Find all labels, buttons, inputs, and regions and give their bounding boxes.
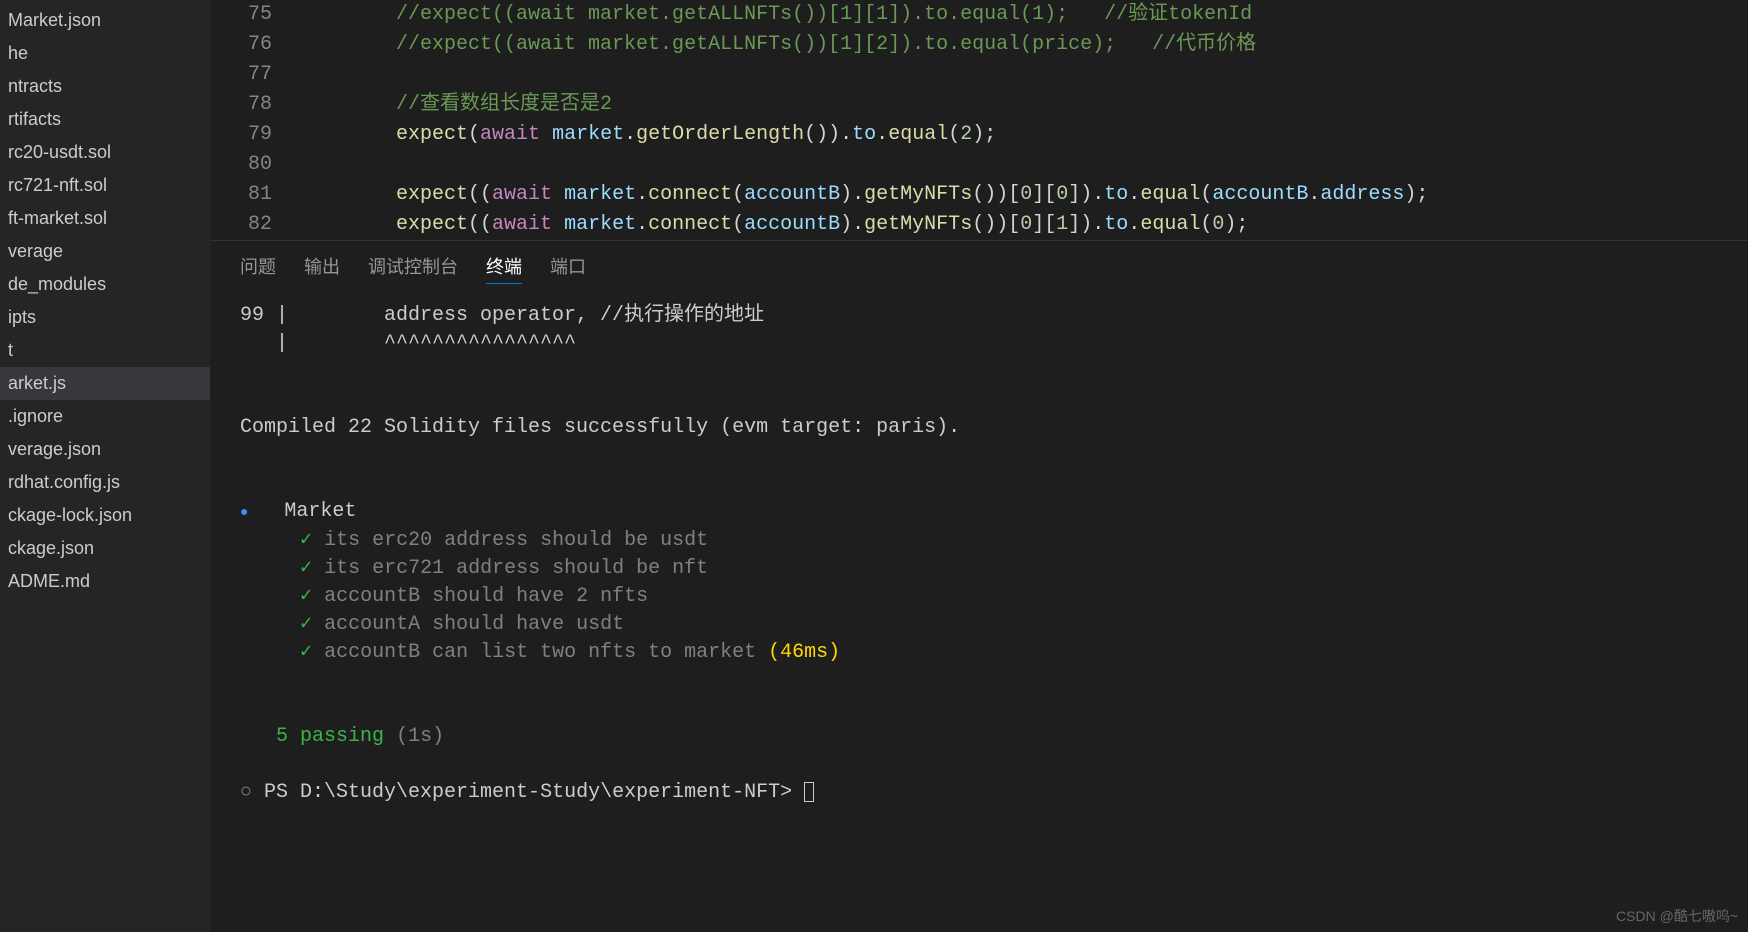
sidebar-item[interactable]: rc20-usdt.sol <box>0 136 210 169</box>
bottom-panel: 问题输出调试控制台终端端口 99 | address operator, //执… <box>210 240 1748 932</box>
code-line[interactable]: //expect((await market.getALLNFTs())[1][… <box>300 30 1748 60</box>
sidebar-item[interactable]: ipts <box>0 301 210 334</box>
terminal-line <box>240 386 1718 414</box>
sidebar-item[interactable]: rtifacts <box>0 103 210 136</box>
line-number: 77 <box>210 60 272 90</box>
terminal-line: ✓ accountA should have usdt <box>240 611 1718 639</box>
file-explorer[interactable]: Market.jsonhentractsrtifactsrc20-usdt.so… <box>0 0 210 932</box>
line-number: 75 <box>210 0 272 30</box>
code-content[interactable]: //expect((await market.getALLNFTs())[1][… <box>300 0 1748 240</box>
sidebar-item[interactable]: de_modules <box>0 268 210 301</box>
sidebar-item[interactable]: arket.js <box>0 367 210 400</box>
sidebar-item[interactable]: ckage.json <box>0 532 210 565</box>
line-number: 79 <box>210 120 272 150</box>
sidebar-item[interactable]: t <box>0 334 210 367</box>
sidebar-item[interactable]: ntracts <box>0 70 210 103</box>
panel-tab[interactable]: 端口 <box>550 249 586 284</box>
terminal-line <box>240 751 1718 779</box>
sidebar-item[interactable]: verage <box>0 235 210 268</box>
line-number: 80 <box>210 150 272 180</box>
terminal-line <box>240 442 1718 470</box>
panel-tab[interactable]: 问题 <box>240 249 276 284</box>
terminal-line: Compiled 22 Solidity files successfully … <box>240 414 1718 442</box>
panel-tabs: 问题输出调试控制台终端端口 <box>210 241 1748 292</box>
terminal-line: ✓ its erc20 address should be usdt <box>240 527 1718 555</box>
terminal-line: | ^^^^^^^^^^^^^^^^ <box>240 330 1718 358</box>
sidebar-item[interactable]: ADME.md <box>0 565 210 598</box>
sidebar-item[interactable]: he <box>0 37 210 70</box>
code-line[interactable]: //expect((await market.getALLNFTs())[1][… <box>300 0 1748 30</box>
line-gutter: 7576777879808182 <box>210 0 300 240</box>
code-line[interactable]: expect(await market.getOrderLength()).to… <box>300 120 1748 150</box>
sidebar-item[interactable]: rc721-nft.sol <box>0 169 210 202</box>
terminal-line <box>240 470 1718 498</box>
panel-tab[interactable]: 调试控制台 <box>368 249 458 284</box>
line-number: 76 <box>210 30 272 60</box>
terminal-line <box>240 358 1718 386</box>
code-line[interactable]: //查看数组长度是否是2 <box>300 90 1748 120</box>
code-editor[interactable]: 7576777879808182 //expect((await market.… <box>210 0 1748 240</box>
panel-tab[interactable]: 终端 <box>486 249 522 284</box>
terminal-line: ✓ accountB should have 2 nfts <box>240 583 1718 611</box>
terminal-line: ● Market <box>240 498 1718 527</box>
sidebar-item[interactable]: verage.json <box>0 433 210 466</box>
terminal-line: ✓ accountB can list two nfts to market (… <box>240 639 1718 667</box>
line-number: 81 <box>210 180 272 210</box>
terminal-line: 5 passing (1s) <box>240 723 1718 751</box>
sidebar-item[interactable]: rdhat.config.js <box>0 466 210 499</box>
terminal-line: ✓ its erc721 address should be nft <box>240 555 1718 583</box>
sidebar-item[interactable]: .ignore <box>0 400 210 433</box>
terminal-content[interactable]: 99 | address operator, //执行操作的地址 | ^^^^^… <box>210 292 1748 932</box>
watermark: CSDN @酷七嗷呜~ <box>1616 906 1738 926</box>
sidebar-item[interactable]: ft-market.sol <box>0 202 210 235</box>
sidebar-item[interactable]: Market.json <box>0 4 210 37</box>
code-line[interactable]: expect((await market.connect(accountB).g… <box>300 210 1748 240</box>
code-line[interactable] <box>300 150 1748 180</box>
line-number: 82 <box>210 210 272 240</box>
terminal-line: ○ PS D:\Study\experiment-Study\experimen… <box>240 779 1718 807</box>
line-number: 78 <box>210 90 272 120</box>
sidebar-item[interactable]: ckage-lock.json <box>0 499 210 532</box>
panel-tab[interactable]: 输出 <box>304 249 340 284</box>
terminal-line <box>240 667 1718 695</box>
code-line[interactable] <box>300 60 1748 90</box>
code-line[interactable]: expect((await market.connect(accountB).g… <box>300 180 1748 210</box>
terminal-line <box>240 695 1718 723</box>
terminal-line: 99 | address operator, //执行操作的地址 <box>240 302 1718 330</box>
